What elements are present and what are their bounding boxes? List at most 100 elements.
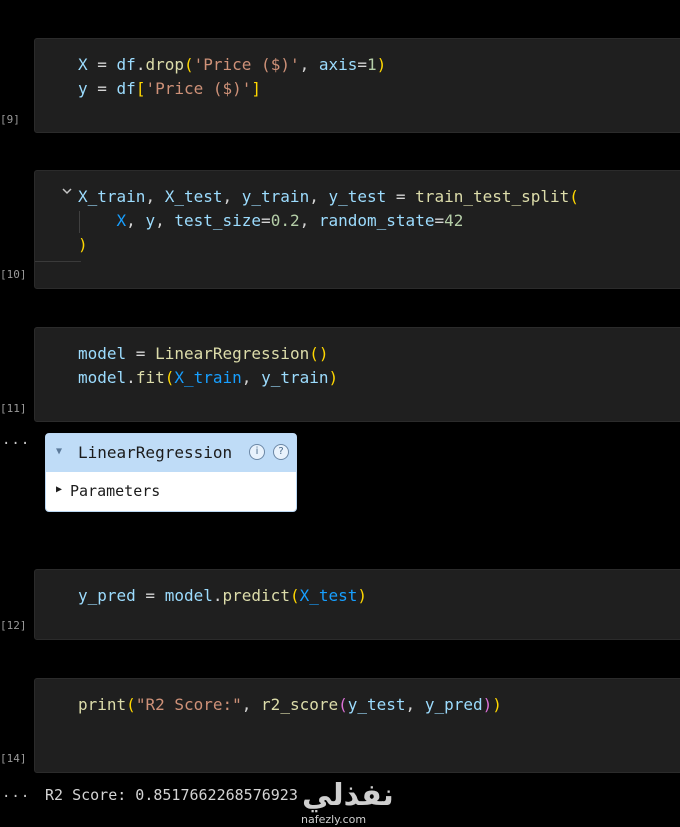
output-menu-ellipsis[interactable]: ... xyxy=(2,785,30,801)
code-token: y_pred xyxy=(78,586,136,605)
code-editor[interactable]: X = df.drop('Price ($)', axis=1) y = df['… xyxy=(78,53,386,101)
code-token: ( xyxy=(569,187,579,206)
code-token: , xyxy=(126,211,146,230)
code-editor[interactable]: model = LinearRegression() model.fit(X_tr… xyxy=(78,342,338,390)
parameters-section[interactable]: ▶ Parameters xyxy=(46,472,296,511)
code-token: test_size xyxy=(174,211,262,230)
code-token: ) xyxy=(482,695,493,714)
code-token: y_test xyxy=(328,187,387,206)
code-line[interactable]: y = df['Price ($)'] xyxy=(78,77,386,101)
code-token: = xyxy=(386,187,416,206)
parameters-label: Parameters xyxy=(70,482,161,500)
code-token: , xyxy=(145,187,165,206)
estimator-header[interactable]: ▼ LinearRegression i ? xyxy=(46,434,296,472)
code-token: y_pred xyxy=(424,695,483,714)
code-token: 42 xyxy=(444,211,464,230)
code-token: y_train xyxy=(261,368,329,387)
code-editor[interactable]: y_pred = model.predict(X_test) xyxy=(78,584,367,608)
code-cell-11[interactable]: model = LinearRegression() model.fit(X_tr… xyxy=(34,327,680,422)
code-token: ( xyxy=(183,55,194,74)
code-token: model xyxy=(78,344,127,363)
code-token: , xyxy=(241,695,262,714)
code-token: . xyxy=(135,55,146,74)
code-token: ) xyxy=(328,368,339,387)
cell-divider xyxy=(35,261,81,262)
code-line[interactable]: ) xyxy=(78,233,579,257)
code-editor[interactable]: print("R2 Score:", r2_score(y_test, y_pr… xyxy=(78,693,502,717)
code-token: ( xyxy=(289,586,300,605)
watermark-url: nafezly.com xyxy=(301,813,367,826)
code-token: predict xyxy=(222,586,290,605)
code-token: random_state xyxy=(318,211,435,230)
code-token: X_test xyxy=(164,187,223,206)
code-token: = xyxy=(261,211,271,230)
watermark-logo: نفذلي xyxy=(302,778,394,813)
code-token: , xyxy=(299,211,319,230)
code-token: , xyxy=(155,211,175,230)
chevron-down-icon[interactable] xyxy=(61,185,73,201)
code-token: 'Price ($)' xyxy=(193,55,300,74)
code-cell-14[interactable]: print("R2 Score:", r2_score(y_test, y_pr… xyxy=(34,678,680,773)
code-cell-10[interactable]: X_train, X_test, y_train, y_test = train… xyxy=(34,170,680,289)
execution-count: [9] xyxy=(0,113,20,126)
code-token: , xyxy=(299,55,319,74)
code-token: , xyxy=(241,368,262,387)
code-token: ) xyxy=(492,695,502,714)
triangle-down-icon[interactable]: ▼ xyxy=(56,446,62,457)
code-token: df xyxy=(116,79,136,98)
code-editor[interactable]: X_train, X_test, y_train, y_test = train… xyxy=(78,185,579,257)
code-token: X_train xyxy=(174,368,242,387)
code-token: train_test_split xyxy=(415,187,570,206)
code-token: r2_score xyxy=(261,695,339,714)
code-token: , xyxy=(309,187,329,206)
code-line[interactable]: X_train, X_test, y_train, y_test = train… xyxy=(78,185,579,209)
estimator-title: LinearRegression xyxy=(78,443,233,462)
execution-count: [14] xyxy=(0,752,27,765)
code-token: = xyxy=(357,55,368,74)
code-cell-9[interactable]: X = df.drop('Price ($)', axis=1) y = df['… xyxy=(34,38,680,133)
code-line[interactable]: X = df.drop('Price ($)', axis=1) xyxy=(78,53,386,77)
code-token: y xyxy=(145,211,156,230)
code-line[interactable]: model = LinearRegression() xyxy=(78,342,338,366)
execution-count: [12] xyxy=(0,619,27,632)
code-token: df xyxy=(116,55,136,74)
help-icon[interactable]: ? xyxy=(273,444,289,460)
code-token: fit xyxy=(135,368,165,387)
code-token: y xyxy=(78,79,88,98)
code-token: ) xyxy=(78,235,88,254)
code-token: [ xyxy=(135,79,146,98)
code-token: ( xyxy=(164,368,175,387)
code-line[interactable]: model.fit(X_train, y_train) xyxy=(78,366,338,390)
code-token: X xyxy=(116,211,127,230)
code-token: = xyxy=(135,586,165,605)
code-token: , xyxy=(405,695,425,714)
code-token: LinearRegression xyxy=(155,344,310,363)
execution-count: [11] xyxy=(0,402,27,415)
output-menu-ellipsis[interactable]: ... xyxy=(2,432,30,448)
code-token: ( xyxy=(338,695,348,714)
code-token: model xyxy=(164,586,213,605)
code-token: print xyxy=(78,695,127,714)
code-token: X xyxy=(78,55,88,74)
info-icon[interactable]: i xyxy=(249,444,265,460)
code-token: ) xyxy=(357,586,368,605)
code-line[interactable]: X, y, test_size=0.2, random_state=42 xyxy=(78,209,579,233)
code-token: . xyxy=(212,586,223,605)
code-cell-12[interactable]: y_pred = model.predict(X_test) xyxy=(34,569,680,640)
code-token: 0.2 xyxy=(270,211,300,230)
code-token: drop xyxy=(145,55,184,74)
code-token: 1 xyxy=(367,55,377,74)
code-token: . xyxy=(126,368,136,387)
code-token: ] xyxy=(251,79,262,98)
code-token: "R2 Score:" xyxy=(135,695,242,714)
execution-count: [10] xyxy=(0,268,27,281)
code-line[interactable]: y_pred = model.predict(X_test) xyxy=(78,584,367,608)
code-token: X_test xyxy=(299,586,358,605)
code-token: X_train xyxy=(78,187,146,206)
code-token: = xyxy=(87,55,117,74)
code-token: () xyxy=(309,344,329,363)
code-line[interactable]: print("R2 Score:", r2_score(y_test, y_pr… xyxy=(78,693,502,717)
code-token: y_test xyxy=(347,695,406,714)
triangle-right-icon[interactable]: ▶ xyxy=(56,484,62,495)
